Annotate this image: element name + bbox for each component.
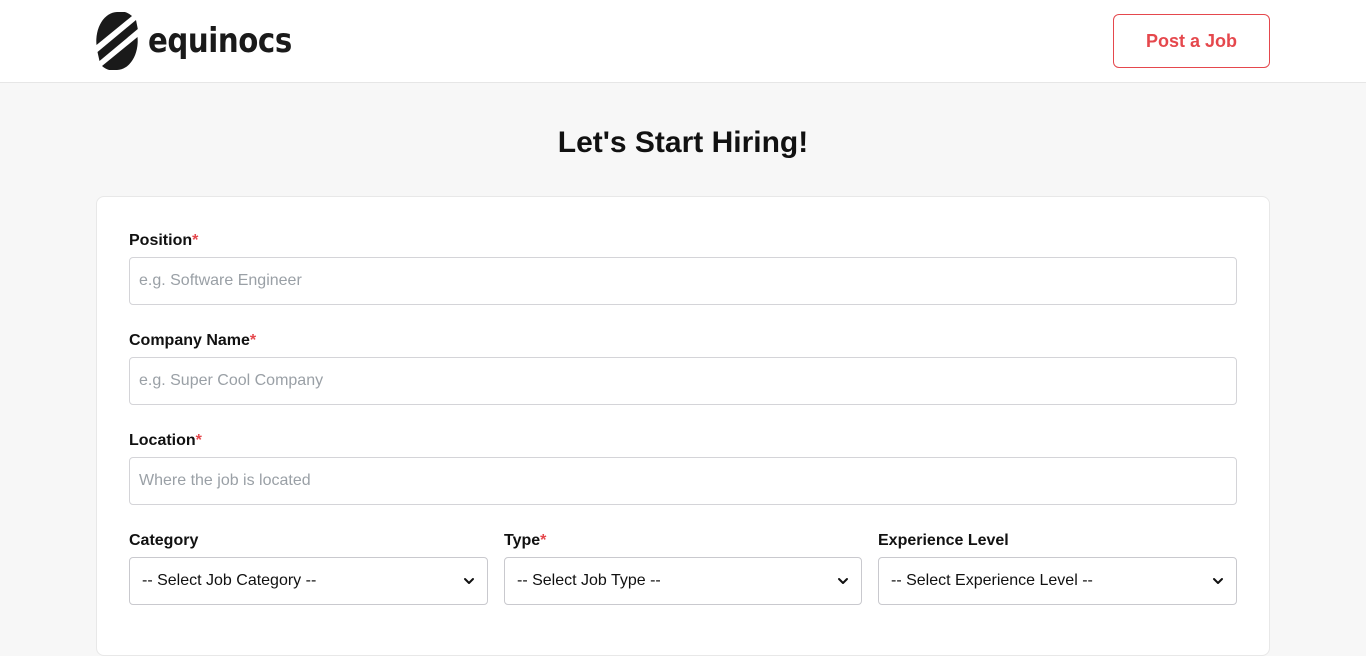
type-label-text: Type [504, 532, 541, 549]
required-marker: * [540, 532, 547, 549]
equinocs-logo-link[interactable]: equinocs [96, 12, 315, 70]
chevron-down-icon [1213, 578, 1223, 584]
experience-level-label-text: Experience Level [878, 532, 1009, 549]
chevron-down-icon [464, 578, 474, 584]
experience-level-select[interactable]: -- Select Experience Level -- [878, 557, 1237, 605]
chevron-down-icon [838, 578, 848, 584]
category-select-value: -- Select Job Category -- [142, 572, 317, 589]
location-label-text: Location [129, 432, 196, 449]
company-name-label: Company Name* [129, 332, 256, 350]
job-type-select[interactable]: -- Select Job Type -- [504, 557, 862, 605]
required-marker: * [192, 232, 199, 249]
top-navigation-bar: equinocs Post a Job [0, 0, 1366, 83]
job-type-select-value: -- Select Job Type -- [517, 572, 661, 589]
category-label-text: Category [129, 532, 199, 549]
position-input[interactable] [129, 257, 1237, 305]
type-label: Type* [504, 532, 546, 550]
required-marker: * [249, 332, 257, 349]
experience-level-label: Experience Level [878, 532, 1009, 550]
category-label: Category [129, 532, 198, 550]
required-marker: * [195, 432, 202, 449]
logo-wordmark: equinocs [148, 21, 292, 61]
location-input[interactable] [129, 457, 1237, 505]
position-label: Position* [129, 232, 198, 250]
page-title: Let's Start Hiring! [557, 126, 809, 159]
company-name-label-text: Company Name [129, 332, 250, 349]
position-label-text: Position [129, 232, 193, 249]
equinocs-logo-icon [96, 12, 138, 70]
location-label: Location* [129, 432, 202, 450]
post-a-job-button[interactable]: Post a Job [1113, 14, 1270, 68]
company-name-input[interactable] [129, 357, 1237, 405]
experience-level-select-value: -- Select Experience Level -- [891, 572, 1093, 589]
category-select[interactable]: -- Select Job Category -- [129, 557, 488, 605]
